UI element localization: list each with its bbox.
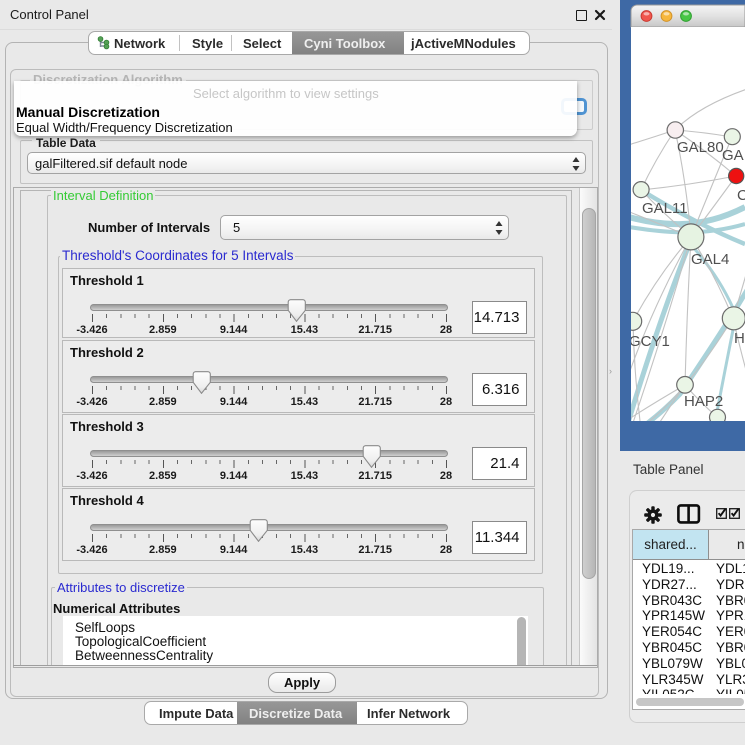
svg-text:HAP2: HAP2 — [684, 393, 723, 410]
svg-text:H: H — [734, 330, 745, 347]
svg-text:GAL80: GAL80 — [677, 139, 724, 156]
svg-text:GAL4: GAL4 — [691, 251, 729, 268]
svg-text:C: C — [737, 187, 745, 204]
svg-text:GA: GA — [722, 147, 744, 164]
svg-text:GCY1: GCY1 — [629, 333, 670, 350]
svg-text:GAL11: GAL11 — [642, 200, 688, 217]
